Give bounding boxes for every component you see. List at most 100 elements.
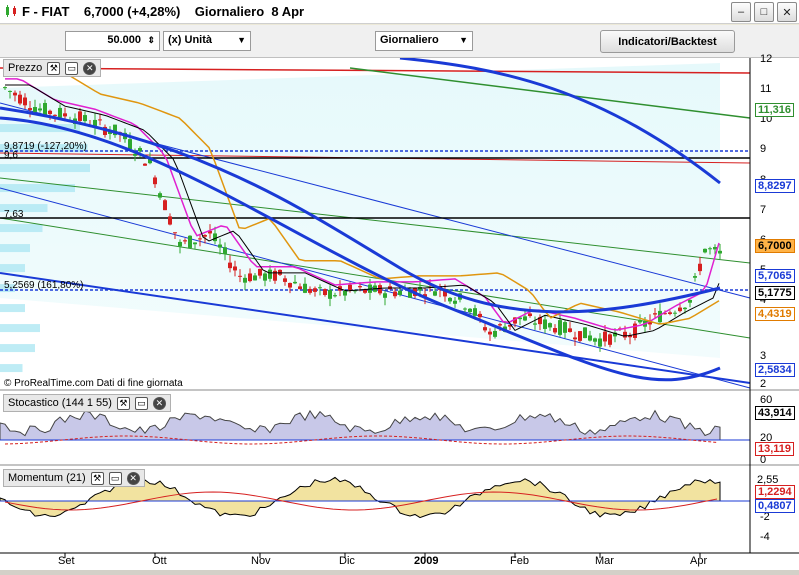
window-icon[interactable]: ▭: [134, 396, 148, 410]
close-window-button[interactable]: ✕: [777, 2, 797, 22]
value-tag: 0,4807: [755, 499, 795, 513]
candle-body: [18, 94, 22, 104]
candle-body: [188, 235, 192, 248]
x-tick-label: Apr: [690, 555, 708, 567]
candle-body: [173, 232, 177, 234]
wrench-icon[interactable]: ⚒: [90, 471, 104, 485]
candle-body: [678, 307, 682, 312]
candle-body: [448, 297, 452, 302]
value-tag: 8,8297: [755, 179, 795, 193]
candle-body: [393, 291, 397, 297]
minimize-button[interactable]: –: [731, 2, 751, 22]
candle-body: [228, 262, 232, 269]
stochastic-plot: [0, 409, 750, 445]
value-tag: 13,119: [755, 442, 795, 456]
candle-body: [258, 268, 262, 276]
window-title: F - FIAT 6,7000 (+4,28%) Giornaliero 8 A…: [22, 4, 305, 19]
x-tick-label: Feb: [510, 555, 529, 567]
chevron-down-icon: ▼: [237, 35, 246, 45]
stepper-arrows-icon[interactable]: ⇕: [147, 35, 155, 46]
indicators-backtest-label: Indicatori/Backtest: [618, 35, 717, 48]
period-value: Giornaliero: [380, 34, 439, 46]
volume-bar: [0, 364, 23, 373]
maximize-button[interactable]: □: [754, 2, 774, 22]
candle-body: [143, 163, 147, 166]
window-icon[interactable]: ▭: [108, 471, 122, 485]
candle-body: [478, 313, 482, 318]
chart-canvas[interactable]: [0, 56, 799, 570]
candle-body: [223, 247, 227, 254]
candle-body: [608, 334, 612, 345]
candle-body: [343, 290, 347, 296]
y-tick-label: 12: [760, 53, 773, 65]
maximize-icon: □: [760, 6, 768, 18]
volume-bar: [0, 244, 30, 253]
window-icon[interactable]: ▭: [65, 61, 79, 75]
candle-body: [623, 331, 627, 338]
x-tick-label: Mar: [595, 555, 614, 567]
title-bar: F - FIAT 6,7000 (+4,28%) Giornaliero 8 A…: [0, 0, 799, 24]
candle-body: [578, 331, 582, 341]
candle-body: [183, 240, 187, 242]
candle-body: [198, 238, 202, 240]
candle-body: [288, 282, 292, 288]
candle-body: [638, 320, 642, 323]
candle-body: [293, 281, 297, 284]
value-tag: 5,7065: [755, 269, 795, 283]
candle-body: [543, 319, 547, 329]
wrench-icon[interactable]: ⚒: [116, 396, 130, 410]
candle-body: [533, 323, 537, 325]
close-icon[interactable]: ✕: [152, 396, 166, 410]
candlestick-app-icon: [6, 5, 16, 17]
volume-bar: [0, 304, 25, 313]
indicators-backtest-button[interactable]: Indicatori/Backtest: [600, 30, 735, 53]
candle-body: [248, 273, 252, 282]
price-pane-title: Prezzo: [8, 62, 43, 74]
stochastic-pane-header: Stocastico (144 1 55) ⚒ ▭ ✕: [3, 394, 171, 412]
y-tick-label: 2: [760, 378, 767, 390]
candle-body: [383, 293, 387, 298]
close-icon[interactable]: ✕: [83, 61, 97, 75]
candle-body: [498, 324, 502, 326]
quantity-stepper[interactable]: 50.000 ⇕: [65, 31, 160, 51]
y-tick-label: 3: [760, 350, 767, 362]
candle-body: [193, 242, 197, 245]
candle-body: [303, 283, 307, 293]
candle-body: [593, 338, 597, 342]
quantity-value: 50.000: [107, 34, 141, 46]
candle-body: [688, 299, 692, 303]
period-select[interactable]: Giornaliero ▼: [375, 31, 473, 51]
volume-bar: [0, 164, 90, 173]
candle-body: [698, 263, 702, 272]
volume-bar: [0, 324, 40, 333]
candle-body: [573, 337, 577, 340]
candle-body: [703, 248, 707, 253]
candle-body: [308, 288, 312, 293]
candle-body: [158, 193, 162, 198]
candle-body: [38, 108, 42, 111]
wrench-icon[interactable]: ⚒: [47, 61, 61, 75]
close-icon[interactable]: ✕: [126, 471, 140, 485]
candle-body: [243, 277, 247, 283]
candle-body: [28, 108, 32, 110]
candle-body: [48, 110, 52, 115]
y-tick-label: -4: [760, 531, 770, 543]
candle-body: [318, 287, 322, 289]
candle-body: [63, 113, 67, 117]
candle-body: [708, 248, 712, 250]
x-tick-label: Nov: [251, 555, 271, 567]
chart-area[interactable]: Prezzo ⚒ ▭ ✕ Stocastico (144 1 55) ⚒ ▭ ✕…: [0, 53, 799, 570]
candle-body: [598, 338, 602, 347]
candle-body: [358, 286, 362, 288]
candle-body: [213, 233, 217, 242]
candle-body: [693, 276, 697, 278]
candle-body: [323, 289, 327, 295]
candle-body: [218, 244, 222, 248]
candle-body: [653, 313, 657, 315]
candle-body: [33, 107, 37, 112]
candle-body: [98, 119, 102, 121]
y-tick-label: 7: [760, 204, 767, 216]
value-tag: 2,5834: [755, 363, 795, 377]
volume-bar: [0, 344, 35, 353]
unit-select[interactable]: (x) Unità ▼: [163, 31, 251, 51]
